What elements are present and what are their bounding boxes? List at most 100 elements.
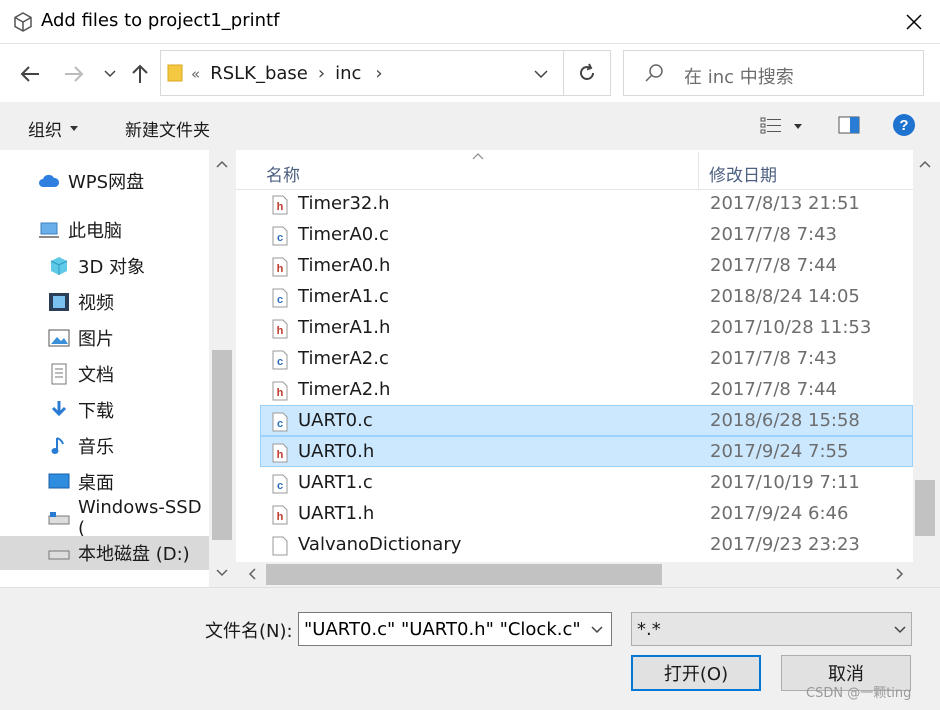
file-row[interactable]: h TimerA2.h 2017/7/8 7:44: [260, 374, 913, 405]
file-list-scrollbar[interactable]: [913, 150, 937, 587]
up-button[interactable]: [128, 60, 152, 88]
desktop-icon: [48, 471, 70, 493]
svg-text:h: h: [277, 449, 284, 461]
file-list-hscrollbar[interactable]: [236, 562, 913, 587]
tree-item-local-disk-d[interactable]: 本地磁盘 (D:): [0, 536, 209, 570]
scroll-right-button[interactable]: [888, 562, 912, 586]
open-button[interactable]: 打开(O): [631, 655, 761, 691]
file-date: 2018/6/28 15:58: [710, 410, 860, 431]
filename-input[interactable]: "UART0.c" "UART0.h" "Clock.c" "(: [304, 619, 582, 640]
file-name: UART1.c: [298, 472, 373, 493]
filename-label: 文件名(N):: [205, 621, 293, 642]
address-bar[interactable]: « RSLK_base › inc ›: [160, 50, 611, 96]
music-icon: [48, 435, 70, 457]
tree-item-downloads[interactable]: 下载: [0, 393, 209, 427]
search-icon: [645, 64, 663, 82]
tree-item-windows-ssd[interactable]: Windows-SSD (: [0, 497, 209, 539]
breadcrumb-overflow[interactable]: «: [191, 65, 200, 83]
refresh-button[interactable]: [563, 50, 611, 96]
organize-menu-button[interactable]: 组织: [28, 116, 78, 141]
address-dropdown-button[interactable]: [527, 61, 555, 87]
video-icon: [48, 291, 70, 313]
column-divider[interactable]: [698, 152, 699, 190]
caret-down-icon: [794, 123, 802, 129]
tree-item-music[interactable]: 音乐: [0, 429, 209, 463]
tree-item-videos[interactable]: 视频: [0, 285, 209, 319]
file-row[interactable]: c TimerA1.c 2018/8/24 14:05: [260, 281, 913, 312]
forward-button[interactable]: [60, 60, 88, 88]
column-header-name[interactable]: 名称: [266, 161, 300, 186]
command-bar: 组织 新建文件夹: [0, 102, 940, 150]
download-icon: [48, 399, 70, 421]
file-row[interactable]: h UART0.h 2017/9/24 7:55: [260, 436, 913, 467]
filename-combobox[interactable]: "UART0.c" "UART0.h" "Clock.c" "(: [298, 612, 612, 646]
tree-item-label: 本地磁盘 (D:): [78, 544, 190, 565]
file-row[interactable]: c UART1.c 2017/10/19 7:11: [260, 467, 913, 498]
column-header-date[interactable]: 修改日期: [709, 161, 777, 186]
dialog-footer: 文件名(N): "UART0.c" "UART0.h" "Clock.c" "(…: [0, 587, 940, 710]
tree-item-this-pc[interactable]: 此电脑: [0, 213, 209, 247]
chevron-left-icon: [248, 568, 256, 580]
scroll-up-button[interactable]: [913, 152, 937, 176]
navigation-scrollbar[interactable]: [210, 150, 234, 587]
file-row[interactable]: ValvanoDictionary 2017/9/23 23:23: [260, 529, 913, 560]
filename-dropdown-button[interactable]: [587, 618, 607, 644]
search-box[interactable]: 在 inc 中搜索: [623, 50, 924, 96]
preview-pane-button[interactable]: [838, 116, 860, 138]
tree-item-3d-objects[interactable]: 3D 对象: [0, 249, 209, 283]
change-view-button[interactable]: [760, 116, 802, 136]
breadcrumb-separator[interactable]: ›: [318, 63, 325, 84]
breadcrumb-separator[interactable]: ›: [375, 63, 382, 84]
new-folder-button[interactable]: 新建文件夹: [125, 116, 210, 141]
back-button[interactable]: [16, 60, 44, 88]
svg-text:?: ?: [899, 117, 908, 134]
sort-ascending-icon: [472, 150, 484, 163]
scroll-up-button[interactable]: [210, 150, 234, 178]
file-row[interactable]: h TimerA0.h 2017/7/8 7:44: [260, 250, 913, 281]
c-file-icon: c: [271, 474, 289, 494]
tree-item-label: 此电脑: [68, 221, 122, 242]
svg-text:h: h: [277, 511, 284, 523]
details-view-icon: [760, 117, 781, 134]
scroll-left-button[interactable]: [240, 562, 264, 586]
tree-item-label: 文档: [78, 365, 114, 386]
svg-text:c: c: [277, 232, 283, 244]
file-row[interactable]: c TimerA0.c 2017/7/8 7:43: [260, 219, 913, 250]
file-row[interactable]: c UART0.c 2018/6/28 15:58: [260, 405, 913, 436]
close-button[interactable]: [896, 6, 932, 38]
filetype-select[interactable]: *.*: [631, 612, 912, 646]
scroll-down-button[interactable]: [210, 559, 234, 587]
tree-item-label: 下载: [78, 401, 114, 422]
file-name: TimerA0.c: [298, 224, 389, 245]
hscrollbar-thumb[interactable]: [266, 564, 662, 585]
watermark: CSDN @一颗ting: [806, 686, 912, 701]
scrollbar-thumb[interactable]: [915, 480, 935, 536]
h-file-icon: h: [271, 381, 289, 401]
arrow-right-icon: [65, 66, 84, 82]
svg-text:h: h: [277, 263, 284, 275]
caret-down-icon: [70, 126, 78, 131]
tree-item-wps-cloud[interactable]: WPS网盘: [0, 164, 209, 198]
breadcrumb-inc[interactable]: inc: [335, 63, 361, 84]
breadcrumb-rslk-base[interactable]: RSLK_base: [210, 63, 308, 84]
tree-item-pictures[interactable]: 图片: [0, 321, 209, 355]
window-title: Add files to project1_printf: [41, 10, 280, 31]
document-icon: [48, 363, 70, 385]
recent-locations-button[interactable]: [100, 60, 120, 88]
help-button[interactable]: ?: [892, 113, 916, 137]
svg-text:c: c: [277, 480, 283, 492]
file-name: UART1.h: [298, 503, 375, 524]
file-name: TimerA1.c: [298, 286, 389, 307]
file-row[interactable]: h TimerA1.h 2017/10/28 11:53: [260, 312, 913, 343]
tree-item-documents[interactable]: 文档: [0, 357, 209, 391]
file-row[interactable]: h Timer32.h 2017/8/13 21:51: [260, 188, 913, 219]
tree-item-desktop[interactable]: 桌面: [0, 465, 209, 499]
chevron-down-icon: [216, 569, 228, 577]
tree-item-label: 音乐: [78, 437, 114, 458]
scrollbar-thumb[interactable]: [212, 350, 232, 540]
file-name: ValvanoDictionary: [298, 534, 462, 555]
folder-icon: [167, 64, 183, 82]
svg-text:h: h: [277, 387, 284, 399]
file-row[interactable]: h UART1.h 2017/9/24 6:46: [260, 498, 913, 529]
file-row[interactable]: c TimerA2.c 2017/7/8 7:43: [260, 343, 913, 374]
